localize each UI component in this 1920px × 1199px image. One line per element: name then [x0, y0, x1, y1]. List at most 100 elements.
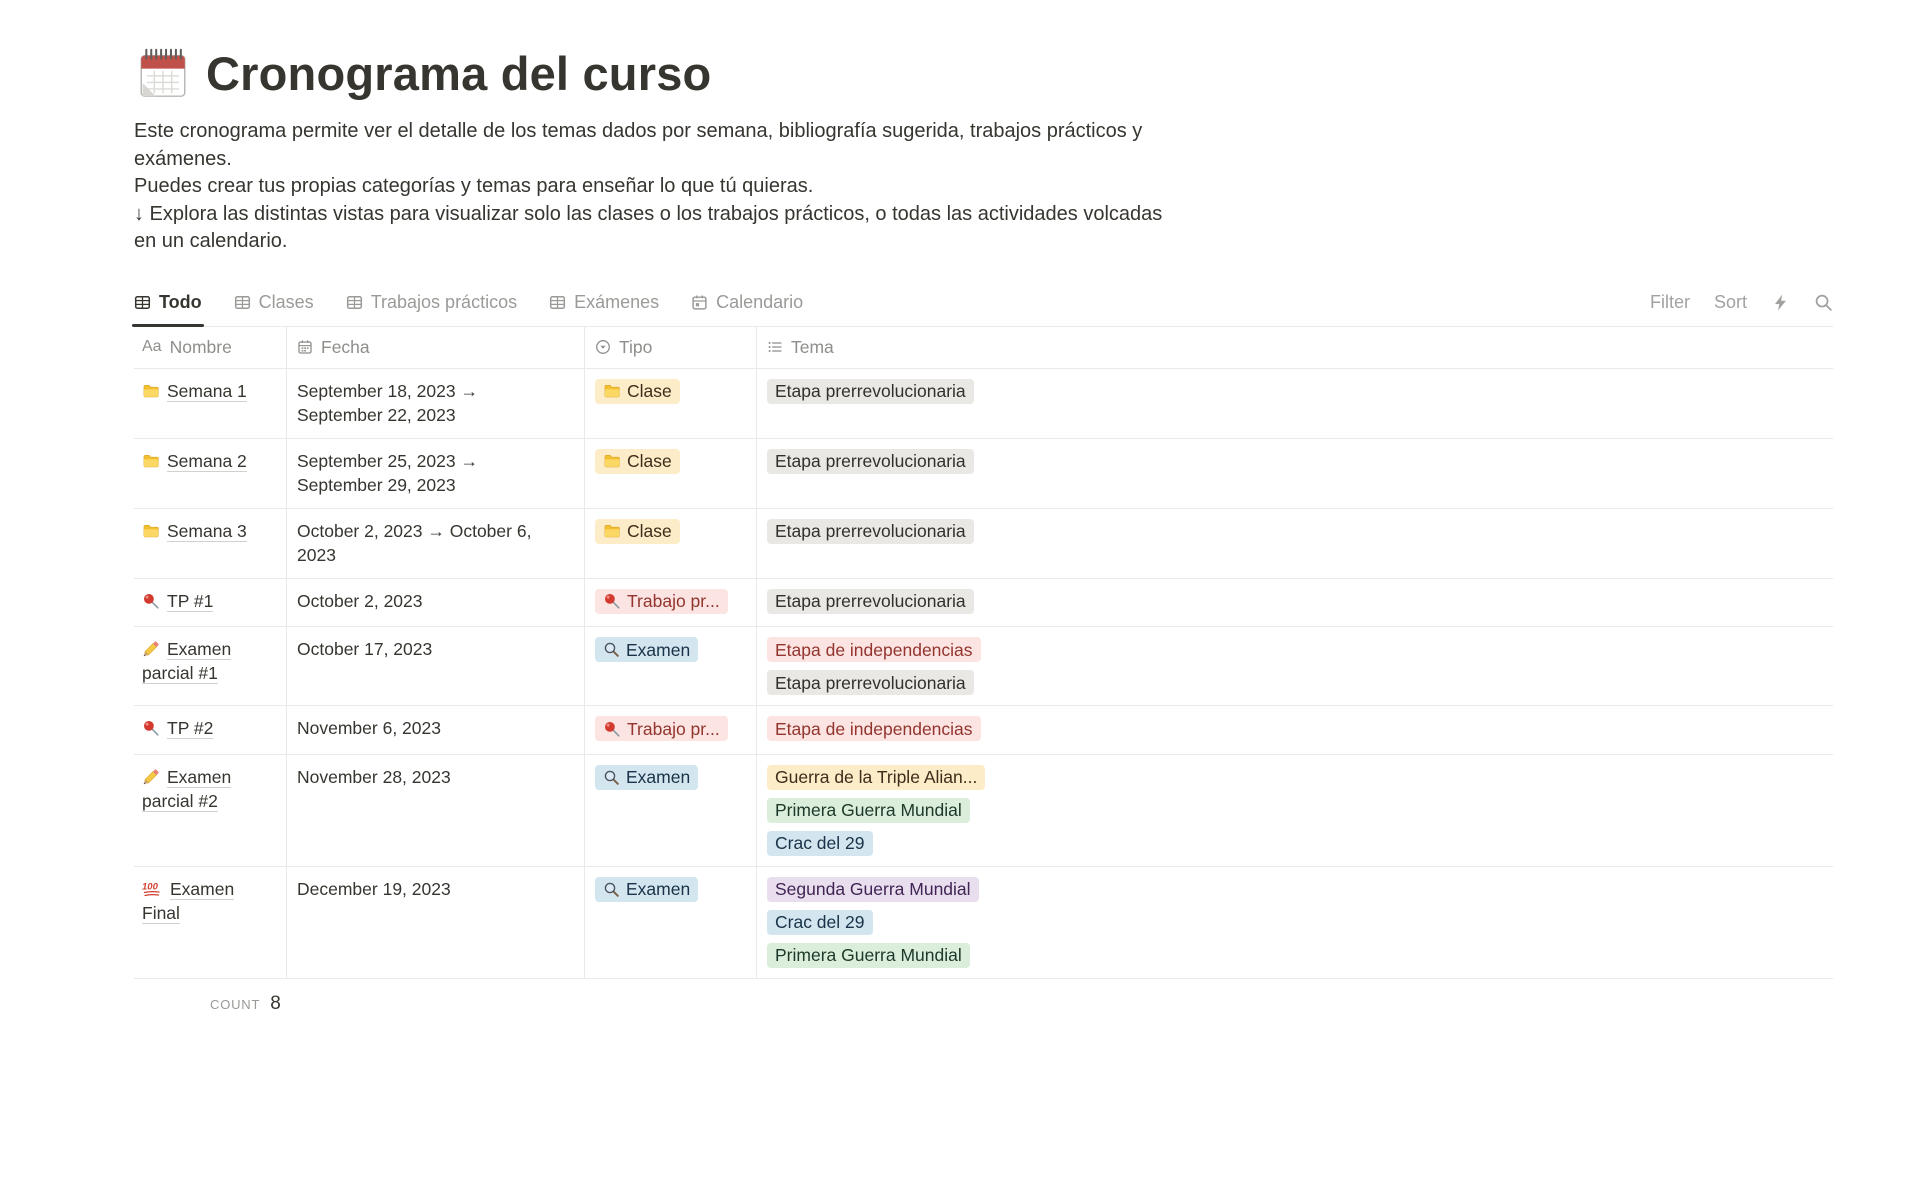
tema-cell[interactable]: Etapa prerrevolucionaria — [757, 579, 1833, 627]
view-tabs: Todo Clases Trabajos prácticos Exámenes Cale… — [134, 292, 803, 326]
tipo-cell[interactable]: Examen — [585, 755, 757, 866]
count-label: COUNT — [210, 997, 260, 1012]
column-header-fecha[interactable]: Fecha — [287, 327, 585, 368]
tag-label: Primera Guerra Mundial — [775, 798, 962, 822]
description-line: Este cronograma permite ver el detalle d… — [134, 118, 1833, 146]
tipo-cell[interactable]: Trabajo pr... — [585, 579, 757, 627]
row-name-link[interactable]: Semana 3 — [167, 521, 247, 542]
spiral-calendar-icon[interactable] — [134, 44, 192, 102]
table-row: TP #1 October 2, 2023 Trabajo pr... Etapa p… — [134, 579, 1833, 628]
tag-label: Etapa prerrevolucionaria — [775, 671, 966, 695]
tab-trabajos-practicos[interactable]: Trabajos prácticos — [346, 292, 517, 326]
fecha-cell[interactable]: December 19, 2023 — [287, 867, 585, 978]
text-type-icon: Aa — [142, 339, 162, 355]
tema-tag: Etapa de independencias — [767, 637, 981, 662]
svg-text:100: 100 — [142, 881, 159, 892]
tab-label: Clases — [259, 292, 314, 313]
table-footer[interactable]: COUNT 8 — [134, 993, 1833, 1015]
pushpin-icon — [603, 720, 621, 738]
fecha-cell[interactable]: September 25, 2023 → September 29, 2023 — [287, 439, 585, 508]
pushpin-icon — [142, 719, 160, 737]
description-line: exámenes. — [134, 146, 1833, 174]
tipo-cell[interactable]: Clase — [585, 439, 757, 508]
tema-cell[interactable]: Etapa prerrevolucionaria — [757, 509, 1833, 578]
folder-icon — [603, 522, 621, 540]
folder-icon — [142, 382, 160, 400]
tipo-cell[interactable]: Trabajo pr... — [585, 706, 757, 754]
name-cell[interactable]: TP #2 — [134, 706, 287, 754]
tipo-cell[interactable]: Examen — [585, 867, 757, 978]
tag-label: Trabajo pr... — [627, 717, 720, 741]
page-description[interactable]: Este cronograma permite ver el detalle d… — [134, 118, 1833, 256]
tag-label: Etapa prerrevolucionaria — [775, 379, 966, 403]
column-header-tipo[interactable]: Tipo — [585, 327, 757, 368]
pushpin-icon — [142, 592, 160, 610]
pushpin-icon — [603, 592, 621, 610]
tag-label: Examen — [626, 638, 690, 662]
name-cell[interactable]: 100Examen Final — [134, 867, 287, 978]
page-title[interactable]: Cronograma del curso — [206, 46, 711, 101]
tag-label: Etapa prerrevolucionaria — [775, 589, 966, 613]
tipo-cell[interactable]: Clase — [585, 369, 757, 438]
row-name-link[interactable]: TP #2 — [167, 718, 213, 739]
lightning-icon[interactable] — [1771, 293, 1790, 312]
name-cell[interactable]: Semana 2 — [134, 439, 287, 508]
tag-label: Guerra de la Triple Alian... — [775, 765, 977, 789]
table-view-icon — [234, 294, 251, 311]
tag-label: Examen — [626, 877, 690, 901]
tipo-cell[interactable]: Examen — [585, 627, 757, 705]
tema-tag: Crac del 29 — [767, 910, 873, 935]
row-name-link[interactable]: Semana 2 — [167, 451, 247, 472]
filter-button[interactable]: Filter — [1650, 292, 1690, 313]
tab-todo[interactable]: Todo — [134, 292, 202, 326]
fecha-cell[interactable]: November 6, 2023 — [287, 706, 585, 754]
tab-clases[interactable]: Clases — [234, 292, 314, 326]
tipo-tag: Examen — [595, 877, 698, 902]
tipo-tag: Examen — [595, 765, 698, 790]
tag-label: Clase — [627, 379, 672, 403]
tema-cell[interactable]: Etapa prerrevolucionaria — [757, 439, 1833, 508]
hundred-icon: 100 — [142, 880, 163, 898]
name-cell[interactable]: TP #1 — [134, 579, 287, 627]
tipo-cell[interactable]: Clase — [585, 509, 757, 578]
tema-cell[interactable]: Segunda Guerra MundialCrac del 29Primera… — [757, 867, 1833, 978]
tag-label: Trabajo pr... — [627, 589, 720, 613]
column-label: Tipo — [619, 337, 652, 358]
search-icon[interactable] — [1814, 293, 1833, 312]
page-header: Cronograma del curso — [134, 44, 1833, 102]
fecha-cell[interactable]: October 2, 2023 — [287, 579, 585, 627]
column-header-tema[interactable]: Tema — [757, 327, 1833, 368]
row-name-link[interactable]: TP #1 — [167, 591, 213, 612]
sort-button[interactable]: Sort — [1714, 292, 1747, 313]
folder-icon — [603, 452, 621, 470]
fecha-cell[interactable]: October 17, 2023 — [287, 627, 585, 705]
tag-label: Clase — [627, 449, 672, 473]
column-header-nombre[interactable]: AaNombre — [134, 327, 287, 368]
fecha-cell[interactable]: September 18, 2023 → September 22, 2023 — [287, 369, 585, 438]
row-name-link[interactable]: Semana 1 — [167, 381, 247, 402]
name-cell[interactable]: Examen parcial #1 — [134, 627, 287, 705]
tab-calendario[interactable]: Calendario — [691, 292, 803, 326]
folder-icon — [603, 382, 621, 400]
tema-tag: Primera Guerra Mundial — [767, 798, 970, 823]
tema-cell[interactable]: Guerra de la Triple Alian... Primera Guer… — [757, 755, 1833, 866]
magnifier-icon — [603, 881, 620, 898]
table-row: Semana 1 September 18, 2023 → September 2… — [134, 369, 1833, 439]
tema-tag: Etapa de independencias — [767, 716, 981, 741]
name-cell[interactable]: Examen parcial #2 — [134, 755, 287, 866]
tipo-tag: Clase — [595, 519, 680, 544]
table-row: Semana 3 October 2, 2023 → October 6, 202… — [134, 509, 1833, 579]
tipo-tag: Trabajo pr... — [595, 589, 728, 614]
fecha-cell[interactable]: November 28, 2023 — [287, 755, 585, 866]
tema-cell[interactable]: Etapa prerrevolucionaria — [757, 369, 1833, 438]
tema-tag: Etapa prerrevolucionaria — [767, 519, 974, 544]
tema-cell[interactable]: Etapa de independencias Etapa prerrevoluc… — [757, 627, 1833, 705]
table-row: Semana 2 September 25, 2023 → September 2… — [134, 439, 1833, 509]
tipo-tag: Trabajo pr... — [595, 716, 728, 741]
fecha-cell[interactable]: October 2, 2023 → October 6, 2023 — [287, 509, 585, 578]
date-type-icon — [297, 339, 313, 355]
name-cell[interactable]: Semana 1 — [134, 369, 287, 438]
tab-examenes[interactable]: Exámenes — [549, 292, 659, 326]
tema-cell[interactable]: Etapa de independencias — [757, 706, 1833, 754]
name-cell[interactable]: Semana 3 — [134, 509, 287, 578]
